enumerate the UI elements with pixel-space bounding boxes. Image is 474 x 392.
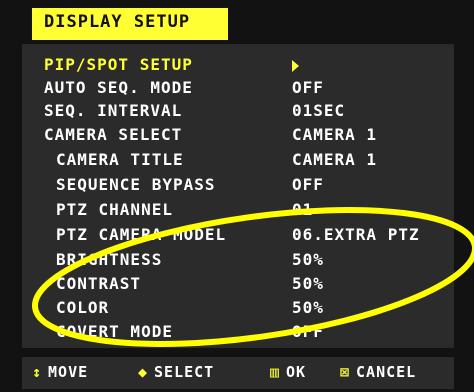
menu-item-value: OFF	[292, 322, 324, 341]
menu-item-label: PIP/SPOT SETUP	[44, 55, 193, 74]
menu-item-label: SEQ. INTERVAL	[44, 101, 183, 120]
key-hint-bar: ↕ MOVE ◆ SELECT ▥ OK ⊠ CANCEL	[22, 357, 454, 389]
menu-item-value: 50%	[292, 298, 324, 317]
submenu-arrow-icon	[292, 60, 299, 72]
menu-item-auto-seq-mode[interactable]: AUTO SEQ. MODE OFF	[0, 78, 474, 100]
menu-item-label: COVERT MODE	[56, 322, 173, 341]
menu-item-label: BRIGHTNESS	[56, 250, 163, 269]
hint-move-label: MOVE	[48, 363, 89, 381]
menu-item-ptz-camera-model[interactable]: PTZ CAMERA MODEL 06.EXTRA PTZ	[0, 225, 474, 247]
hint-ok-label: OK	[286, 363, 307, 381]
menu-item-ptz-channel[interactable]: PTZ CHANNEL 01	[0, 200, 474, 222]
menu-item-camera-title[interactable]: CAMERA TITLE CAMERA 1	[0, 150, 474, 172]
up-down-arrow-icon: ↕	[32, 363, 43, 381]
menu-item-covert-mode[interactable]: COVERT MODE OFF	[0, 322, 474, 344]
cancel-box-icon: ⊠	[340, 363, 351, 381]
menu-item-value: 50%	[292, 274, 324, 293]
menu-item-sequence-bypass[interactable]: SEQUENCE BYPASS OFF	[0, 175, 474, 197]
hint-select: ◆ SELECT	[138, 363, 214, 381]
menu-item-pip-spot-setup[interactable]: PIP/SPOT SETUP	[0, 55, 474, 77]
hint-ok: ▥ OK	[270, 363, 306, 381]
menu-item-seq-interval[interactable]: SEQ. INTERVAL 01SEC	[0, 101, 474, 123]
menu-item-brightness[interactable]: BRIGHTNESS 50%	[0, 250, 474, 272]
page-title: DISPLAY SETUP	[44, 12, 191, 32]
menu-item-label: COLOR	[56, 298, 110, 317]
menu-item-color[interactable]: COLOR 50%	[0, 298, 474, 320]
menu-item-value: CAMERA 1	[292, 125, 378, 144]
menu-item-camera-select[interactable]: CAMERA SELECT CAMERA 1	[0, 125, 474, 147]
menu-item-value: 01SEC	[292, 101, 346, 120]
menu-item-label: AUTO SEQ. MODE	[44, 78, 193, 97]
hint-move: ↕ MOVE	[32, 363, 88, 381]
menu-item-label: PTZ CAMERA MODEL	[56, 225, 227, 244]
menu-item-value: 01	[292, 200, 314, 219]
menu-item-value: CAMERA 1	[292, 150, 378, 169]
osd-screen: DISPLAY SETUP PIP/SPOT SETUP AUTO SEQ. M…	[0, 0, 474, 392]
ok-square-icon: ▥	[270, 363, 281, 381]
menu-item-value: 06.EXTRA PTZ	[292, 225, 420, 244]
menu-item-value: OFF	[292, 175, 324, 194]
left-right-arrow-icon: ◆	[138, 363, 149, 381]
menu-item-label: CONTRAST	[56, 274, 142, 293]
hint-cancel-label: CANCEL	[356, 363, 417, 381]
menu-item-label: PTZ CHANNEL	[56, 200, 173, 219]
hint-select-label: SELECT	[154, 363, 215, 381]
menu-item-label: SEQUENCE BYPASS	[56, 175, 216, 194]
menu-item-label: CAMERA SELECT	[44, 125, 183, 144]
hint-cancel: ⊠ CANCEL	[340, 363, 416, 381]
menu-item-value: OFF	[292, 78, 324, 97]
menu-item-label: CAMERA TITLE	[56, 150, 184, 169]
menu-item-value: 50%	[292, 250, 324, 269]
menu-item-contrast[interactable]: CONTRAST 50%	[0, 274, 474, 296]
